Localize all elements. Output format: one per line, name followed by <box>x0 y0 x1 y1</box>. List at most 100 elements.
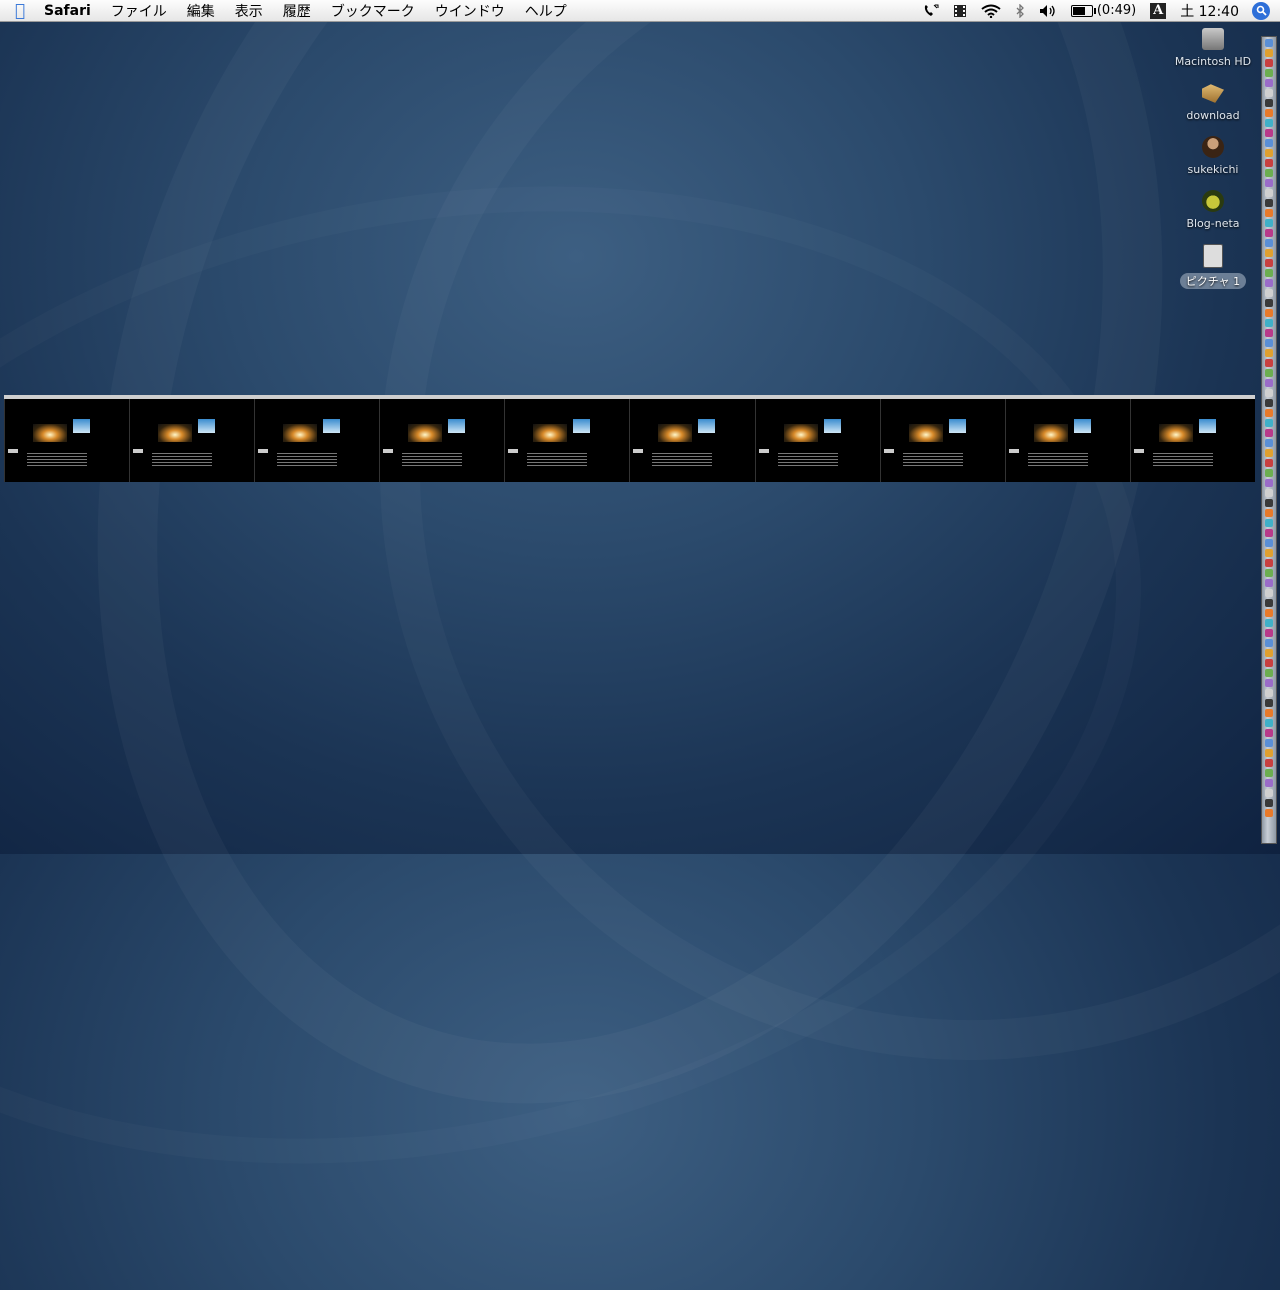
dock-app-icon[interactable] <box>1265 609 1273 617</box>
dock-app-icon[interactable] <box>1265 649 1273 657</box>
dock-app-icon[interactable] <box>1265 559 1273 567</box>
dock-app-icon[interactable] <box>1265 419 1273 427</box>
dock-app-icon[interactable] <box>1265 489 1273 497</box>
phone-icon[interactable] <box>916 4 946 18</box>
dock-app-icon[interactable] <box>1265 669 1273 677</box>
dock-app-icon[interactable] <box>1265 789 1273 797</box>
dock-app-icon[interactable] <box>1265 219 1273 227</box>
dock-app-icon[interactable] <box>1265 629 1273 637</box>
menu-window[interactable]: ウインドウ <box>425 1 515 21</box>
wifi-icon[interactable] <box>974 4 1008 18</box>
dock-app-icon[interactable] <box>1265 599 1273 607</box>
dock-app-icon[interactable] <box>1265 389 1273 397</box>
dock-app-icon[interactable] <box>1265 749 1273 757</box>
dock-app-icon[interactable] <box>1265 59 1273 67</box>
dock-app-icon[interactable] <box>1265 539 1273 547</box>
dock-app-icon[interactable] <box>1265 309 1273 317</box>
dock-app-icon[interactable] <box>1265 709 1273 717</box>
dock-app-icon[interactable] <box>1265 769 1273 777</box>
dock-app-icon[interactable] <box>1265 229 1273 237</box>
dock-app-icon[interactable] <box>1265 89 1273 97</box>
dock-app-icon[interactable] <box>1265 239 1273 247</box>
dock-app-icon[interactable] <box>1265 199 1273 207</box>
clock[interactable]: 土 12:40 <box>1173 1 1246 21</box>
menu-bookmarks[interactable]: ブックマーク <box>321 1 425 21</box>
dock-app-icon[interactable] <box>1265 109 1273 117</box>
dock-app-icon[interactable] <box>1265 319 1273 327</box>
dock-app-icon[interactable] <box>1265 379 1273 387</box>
dock-app-icon[interactable] <box>1265 119 1273 127</box>
dock-app-icon[interactable] <box>1265 639 1273 647</box>
dock-app-icon[interactable] <box>1265 479 1273 487</box>
dock-app-icon[interactable] <box>1265 529 1273 537</box>
dock-app-icon[interactable] <box>1265 339 1273 347</box>
desktop-icon-macintosh-hd[interactable]: Macintosh HD <box>1172 26 1254 80</box>
dock-app-icon[interactable] <box>1265 679 1273 687</box>
dock-app-icon[interactable] <box>1265 169 1273 177</box>
dock-app-icon[interactable] <box>1265 759 1273 767</box>
dock-app-icon[interactable] <box>1265 39 1273 47</box>
dock-app-icon[interactable] <box>1265 469 1273 477</box>
dock-app-icon[interactable] <box>1265 329 1273 337</box>
dock-app-icon[interactable] <box>1265 589 1273 597</box>
dock-app-icon[interactable] <box>1265 499 1273 507</box>
dock-app-icon[interactable] <box>1265 779 1273 787</box>
dock-app-icon[interactable] <box>1265 509 1273 517</box>
dock-app-icon[interactable] <box>1265 399 1273 407</box>
dock-app-icon[interactable] <box>1265 289 1273 297</box>
bluetooth-icon[interactable] <box>1008 3 1032 18</box>
dock-app-icon[interactable] <box>1265 179 1273 187</box>
desktop-icon-sukekichi[interactable]: sukekichi <box>1172 134 1254 188</box>
dock-app-icon[interactable] <box>1265 159 1273 167</box>
dock-app-icon[interactable] <box>1265 149 1273 157</box>
dock-app-icon[interactable] <box>1265 809 1273 817</box>
dock-app-icon[interactable] <box>1265 409 1273 417</box>
dock-app-icon[interactable] <box>1265 49 1273 57</box>
volume-icon[interactable] <box>1032 4 1064 18</box>
dock-app-icon[interactable] <box>1265 139 1273 147</box>
dock-app-icon[interactable] <box>1265 69 1273 77</box>
film-icon[interactable] <box>946 4 974 18</box>
dock-app-icon[interactable] <box>1265 189 1273 197</box>
dock-app-icon[interactable] <box>1265 269 1273 277</box>
dock-app-icon[interactable] <box>1265 699 1273 707</box>
dock-app-icon[interactable] <box>1265 369 1273 377</box>
dock-app-icon[interactable] <box>1265 129 1273 137</box>
dock-app-icon[interactable] <box>1265 579 1273 587</box>
input-method-menu[interactable]: A <box>1143 2 1173 19</box>
menu-view[interactable]: 表示 <box>225 1 273 21</box>
dock-app-icon[interactable] <box>1265 99 1273 107</box>
menu-history[interactable]: 履歴 <box>273 1 321 21</box>
dock-app-icon[interactable] <box>1265 569 1273 577</box>
dock-app-icon[interactable] <box>1265 249 1273 257</box>
dock-app-icon[interactable] <box>1265 439 1273 447</box>
screenshot-strip-image[interactable] <box>4 395 1255 482</box>
desktop-icon-download[interactable]: download <box>1172 80 1254 134</box>
spotlight-search-icon[interactable] <box>1252 1 1270 20</box>
desktop-icon-blog-neta[interactable]: Blog-neta <box>1172 188 1254 242</box>
dock-app-icon[interactable] <box>1265 719 1273 727</box>
dock-app-icon[interactable] <box>1265 279 1273 287</box>
dock-app-icon[interactable] <box>1265 519 1273 527</box>
dock-app-icon[interactable] <box>1265 689 1273 697</box>
dock-app-icon[interactable] <box>1265 259 1273 267</box>
dock-app-icon[interactable] <box>1265 299 1273 307</box>
dock-app-icon[interactable] <box>1265 359 1273 367</box>
dock-app-icon[interactable] <box>1265 729 1273 737</box>
dock-app-icon[interactable] <box>1265 659 1273 667</box>
battery-icon[interactable]: (0:49) <box>1064 3 1143 18</box>
dock-app-icon[interactable] <box>1265 349 1273 357</box>
app-menu[interactable]: Safari <box>40 3 101 19</box>
dock-app-icon[interactable] <box>1265 799 1273 807</box>
dock-app-icon[interactable] <box>1265 549 1273 557</box>
desktop-icon-picture-1[interactable]: ピクチャ 1 <box>1172 242 1254 296</box>
dock-app-icon[interactable] <box>1265 459 1273 467</box>
dock-app-icon[interactable] <box>1265 619 1273 627</box>
dock-app-icon[interactable] <box>1265 739 1273 747</box>
apple-menu-icon[interactable]:  <box>0 1 40 21</box>
menu-file[interactable]: ファイル <box>101 1 177 21</box>
dock-app-icon[interactable] <box>1265 429 1273 437</box>
menu-edit[interactable]: 編集 <box>177 1 225 21</box>
dock-app-icon[interactable] <box>1265 79 1273 87</box>
menu-help[interactable]: ヘルプ <box>515 1 577 21</box>
